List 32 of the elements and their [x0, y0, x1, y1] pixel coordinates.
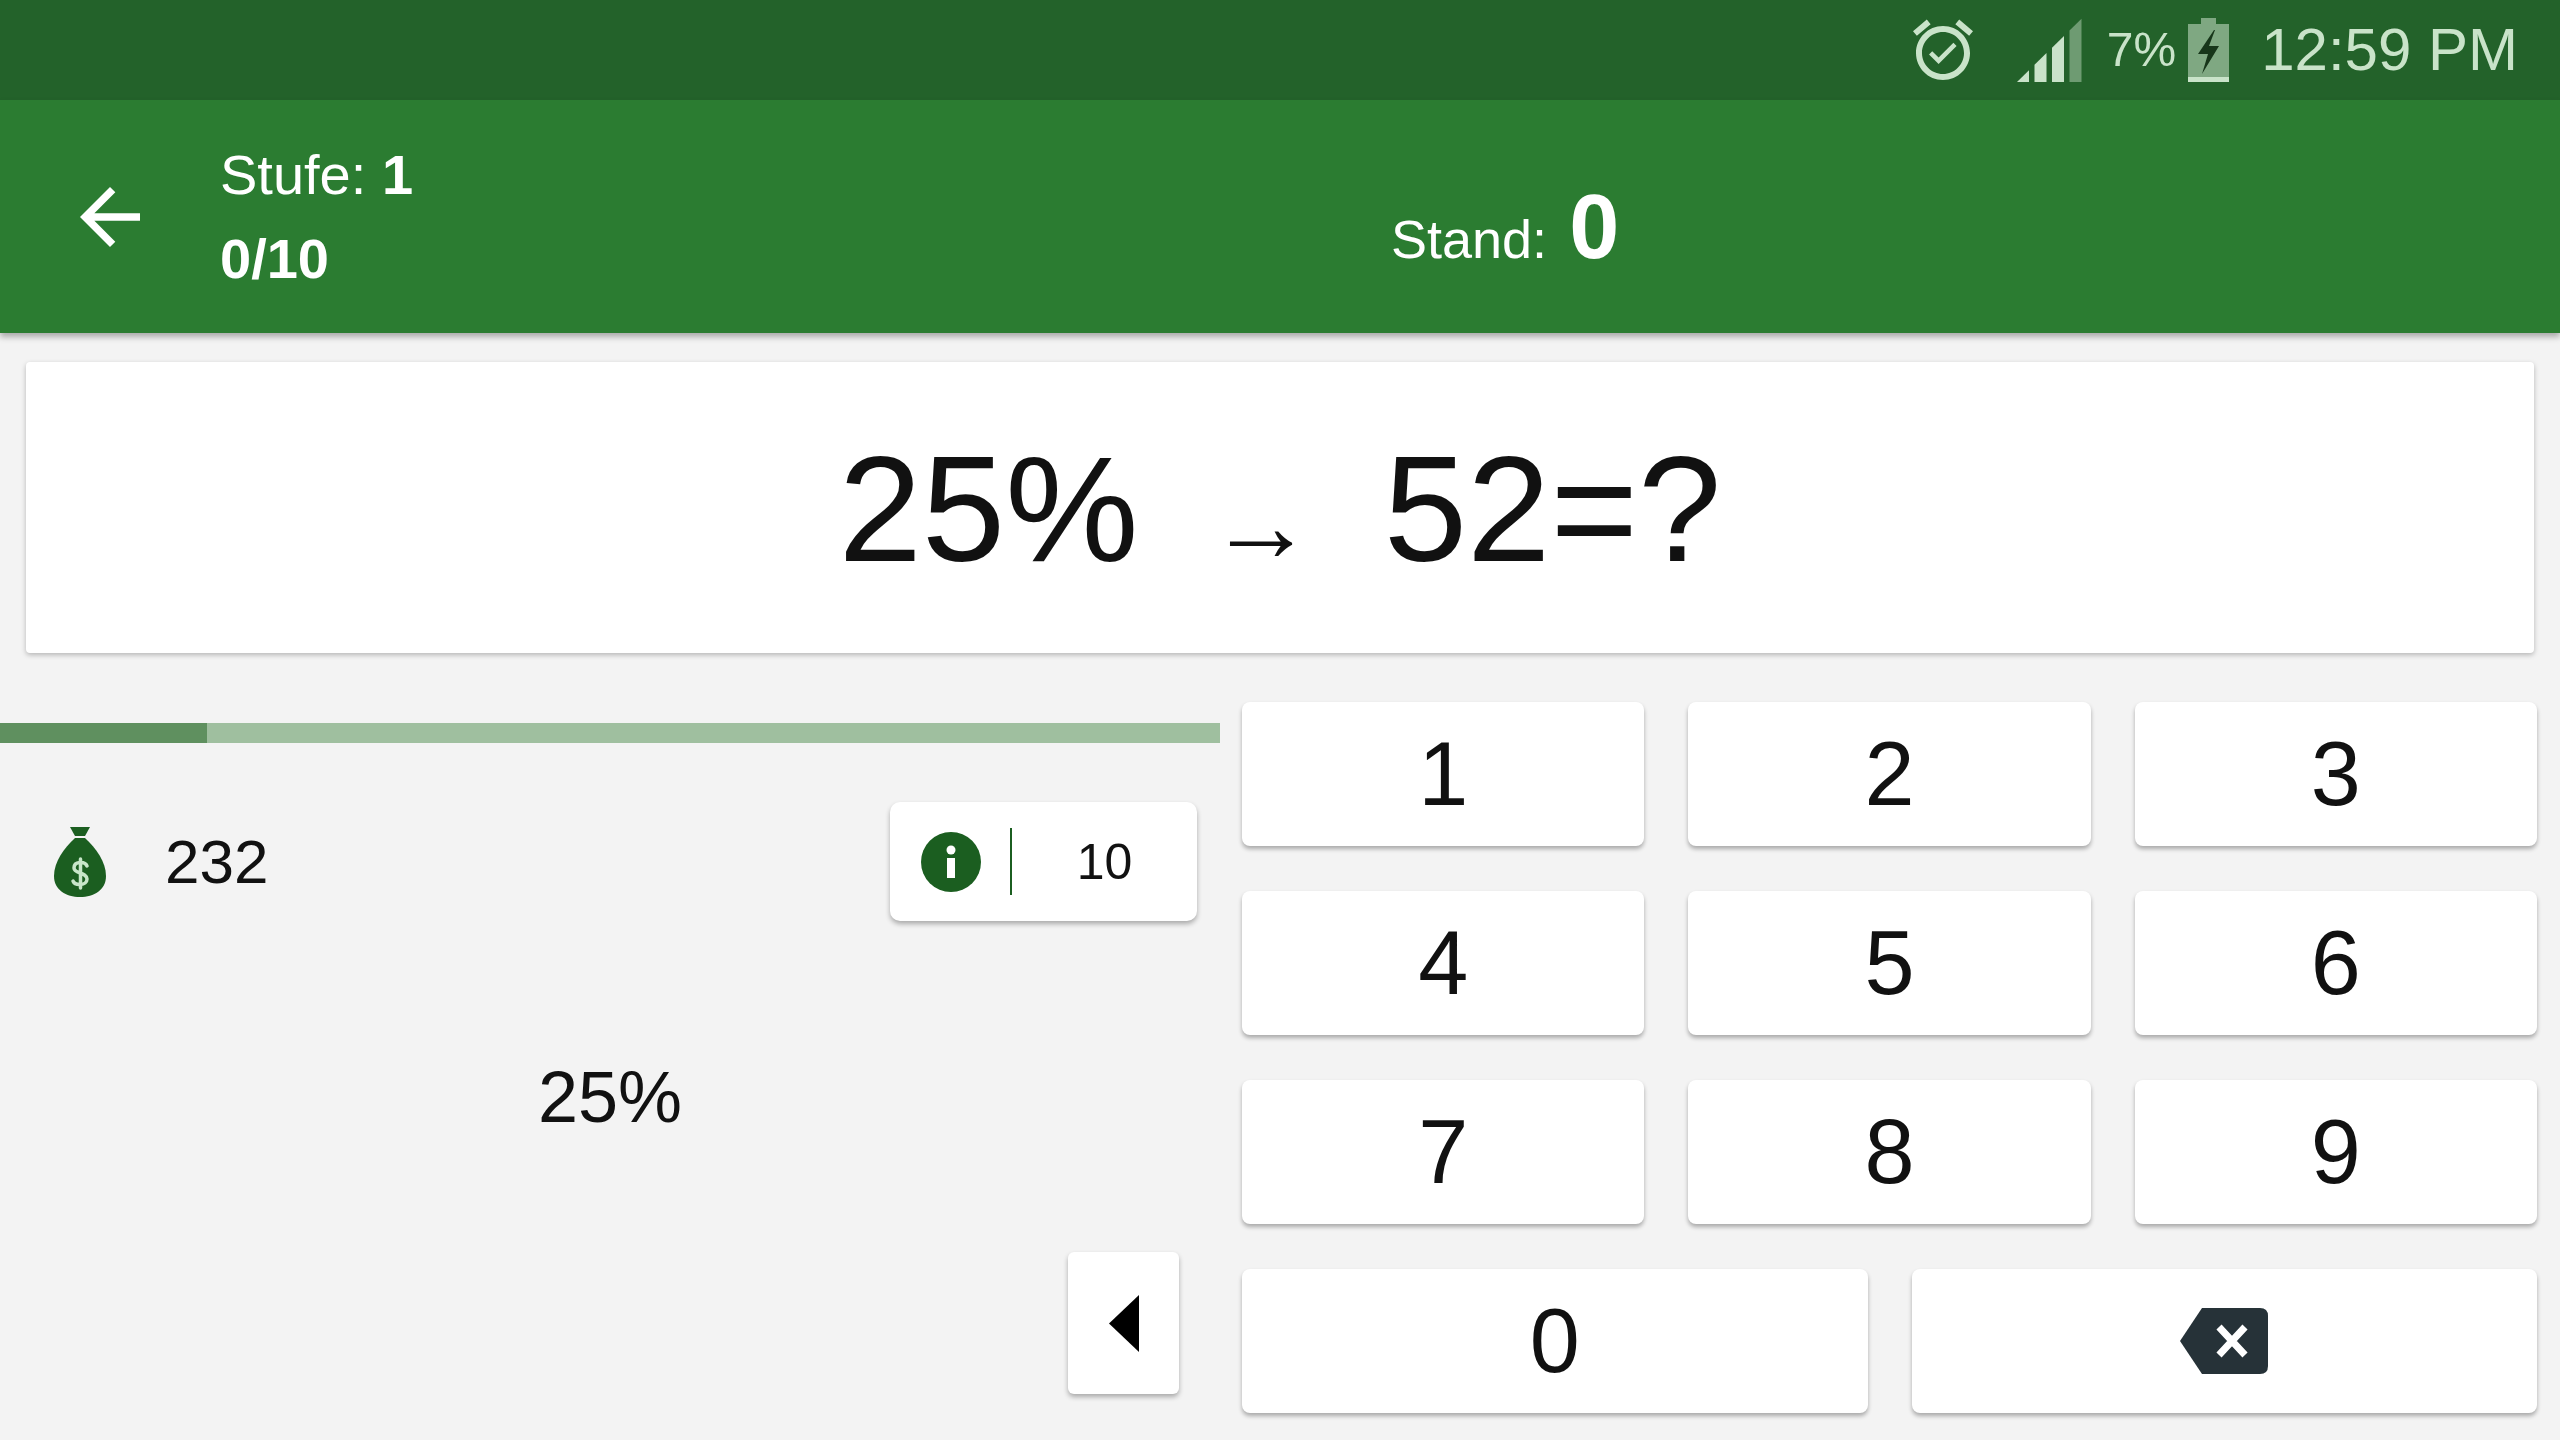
digit-key[interactable]: 0 [1242, 1269, 1868, 1413]
question-arrow: → [1208, 472, 1314, 577]
score-label: Stand: [1391, 211, 1548, 266]
question-number: 52=? [1383, 434, 1722, 584]
digit-key[interactable]: 4 [1242, 891, 1645, 1035]
alarm-icon [1912, 19, 1973, 81]
coin-count: 232 [165, 830, 269, 893]
digit-key[interactable]: 7 [1242, 1080, 1645, 1224]
left-triangle-icon [1108, 1294, 1139, 1352]
backspace-key[interactable] [1911, 1269, 2537, 1413]
digit-key[interactable]: 5 [1688, 891, 2091, 1035]
question-counter: 0/10 [220, 225, 329, 292]
digit-key[interactable]: 1 [1242, 702, 1645, 846]
hint-button[interactable]: 10 [890, 802, 1197, 921]
digit-key[interactable]: 9 [2134, 1080, 2537, 1224]
signal-icon [2016, 18, 2082, 82]
digit-key[interactable]: 3 [2134, 702, 2537, 846]
left-arrow-button[interactable] [1068, 1252, 1179, 1394]
clock-time: 12:59 PM [2261, 20, 2518, 80]
back-arrow-icon [80, 186, 140, 247]
money-bag-icon [54, 826, 106, 897]
info-icon [921, 831, 981, 892]
battery-percent: 7% [2106, 26, 2177, 74]
digit-key[interactable]: 2 [1688, 702, 2091, 846]
stage-label: Stufe: 1 [220, 141, 414, 208]
score-value: 0 [1569, 181, 1620, 272]
digit-key[interactable]: 6 [2134, 891, 2537, 1035]
question-percent: 25% [838, 434, 1139, 584]
backspace-icon [2180, 1308, 2269, 1374]
back-button[interactable] [78, 184, 142, 249]
digit-key[interactable]: 8 [1688, 1080, 2091, 1224]
hint-percent: 25% [537, 1061, 683, 1133]
